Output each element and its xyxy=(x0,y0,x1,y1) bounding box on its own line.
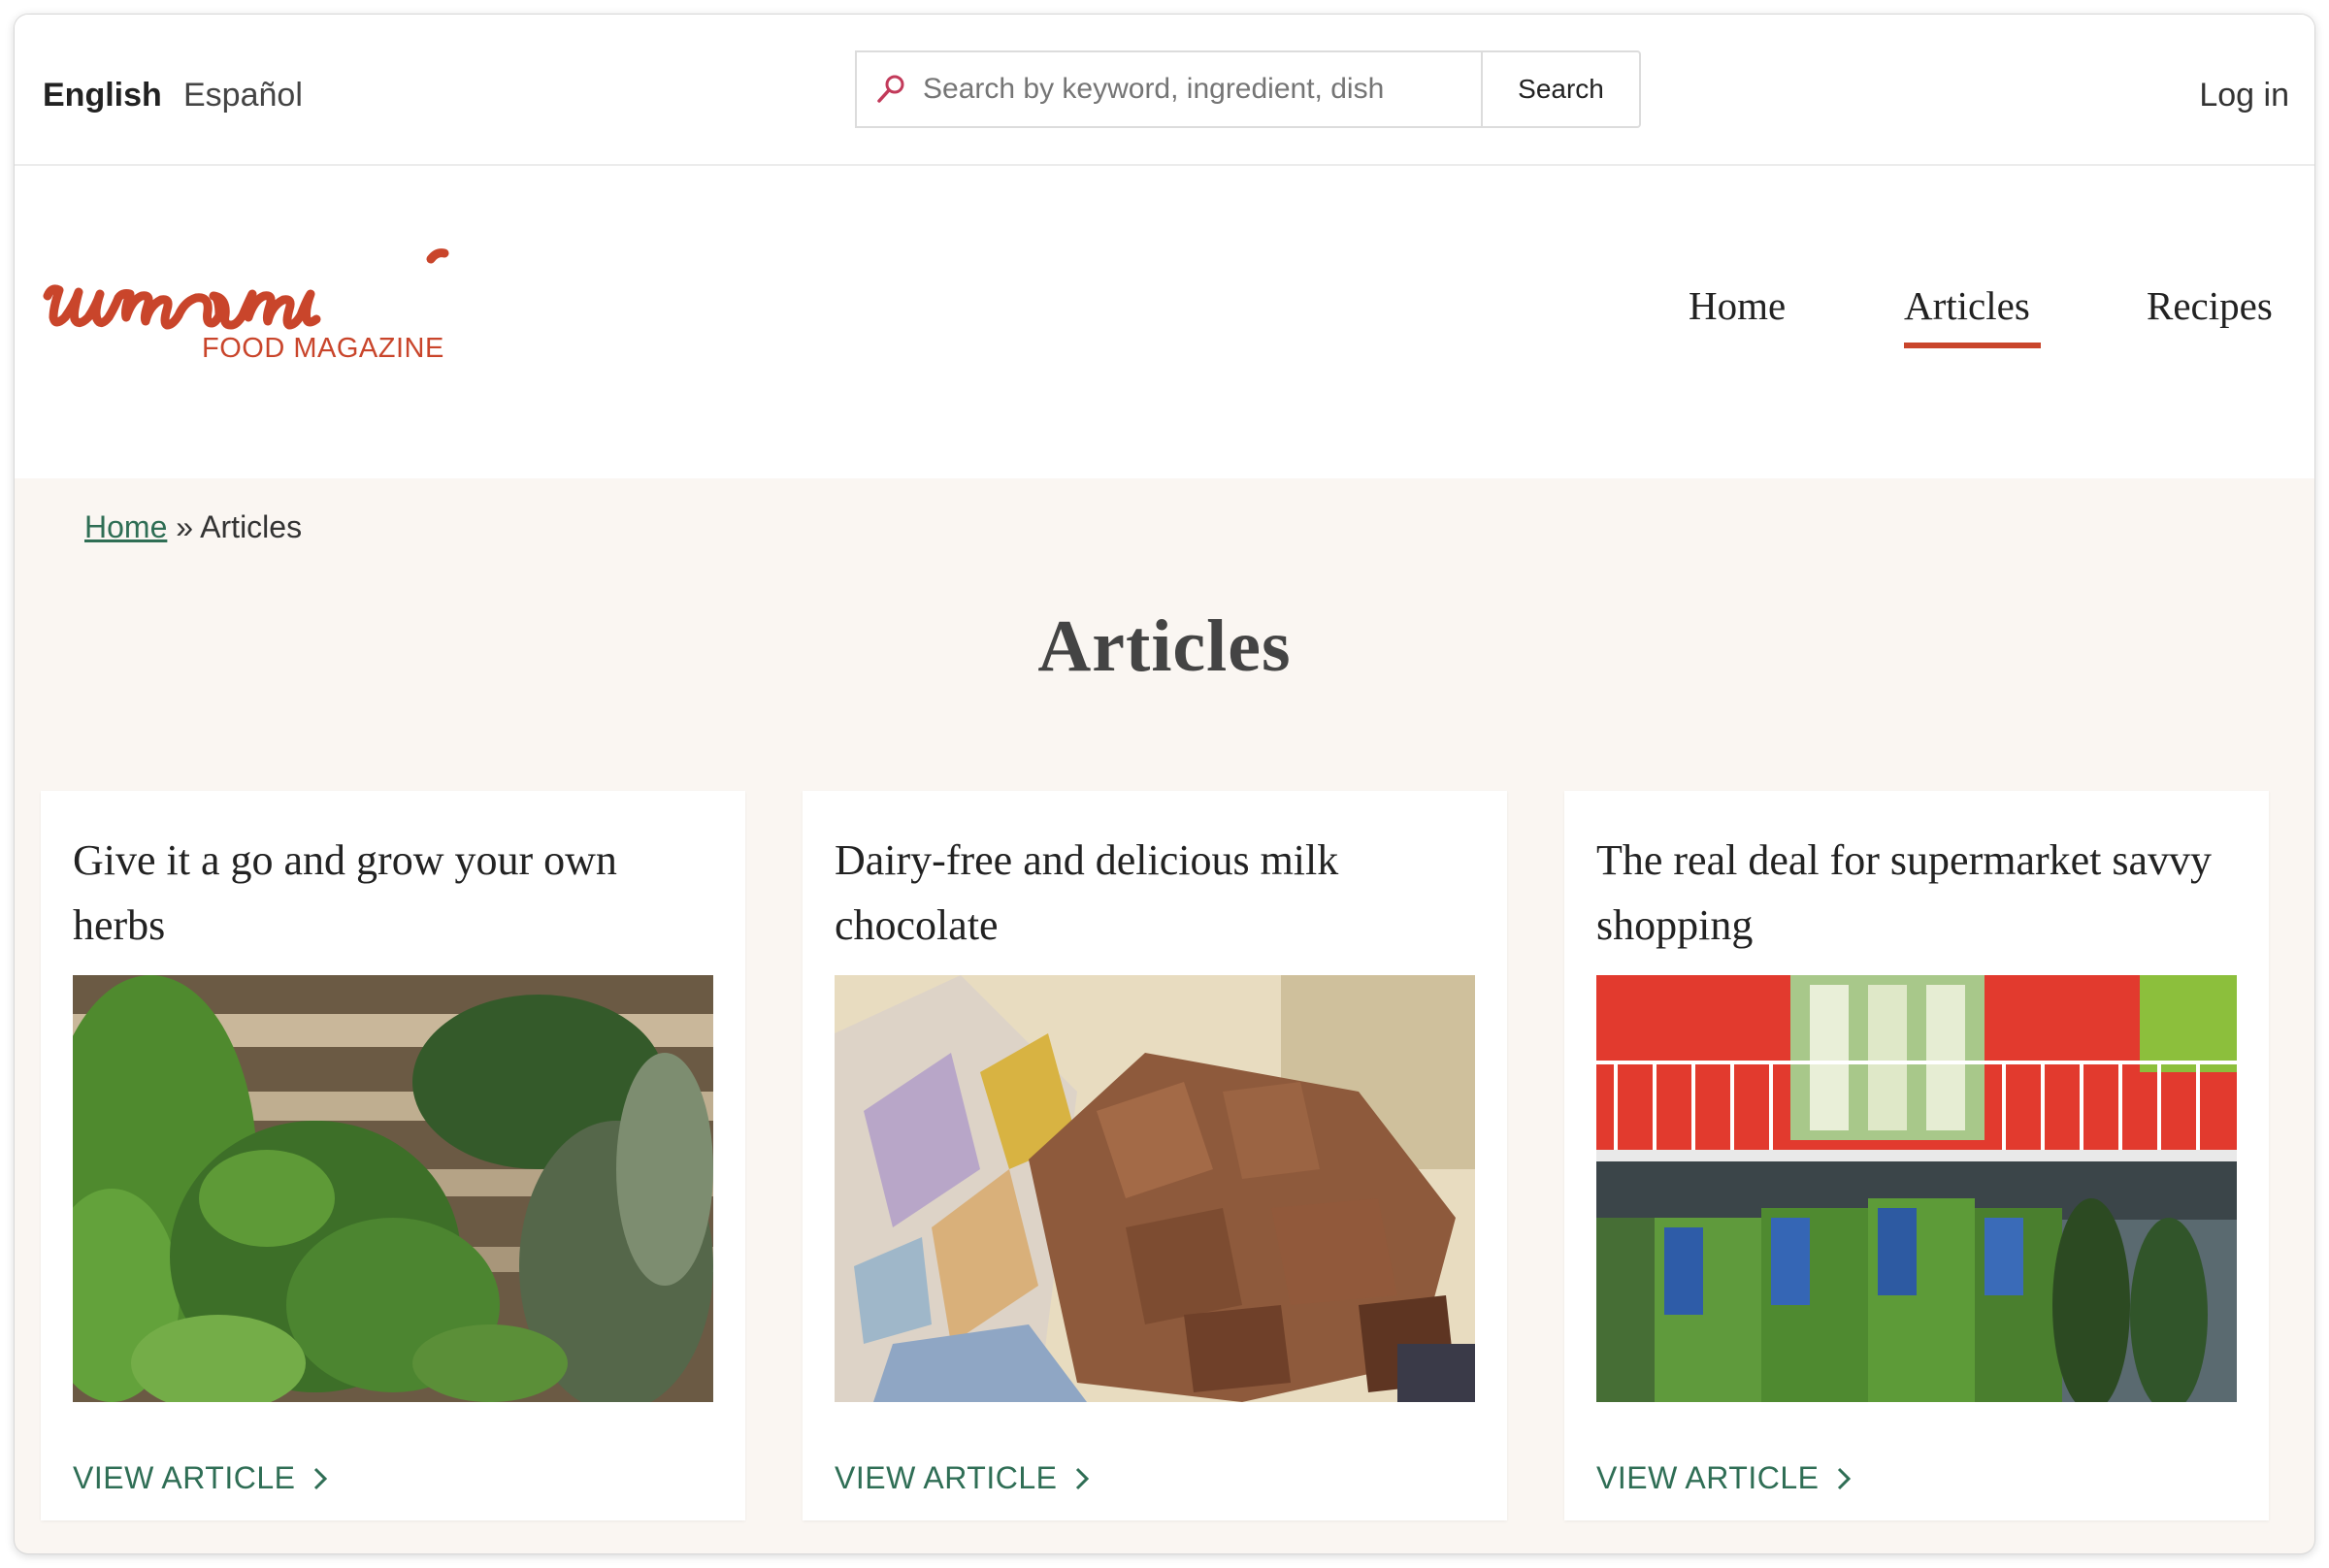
chevron-right-icon xyxy=(314,1467,328,1489)
search-icon xyxy=(877,75,904,103)
site-header: FOOD MAGAZINE Home Articles Recipes xyxy=(15,166,2314,478)
nav-recipes[interactable]: Recipes xyxy=(2147,282,2273,329)
nav-home[interactable]: Home xyxy=(1689,282,1786,329)
chevron-right-icon xyxy=(1838,1467,1852,1489)
view-article-link[interactable]: VIEW ARTICLE xyxy=(1596,1460,1852,1496)
page-title: Articles xyxy=(1037,605,1292,687)
logo-subtitle: FOOD MAGAZINE xyxy=(202,333,444,364)
view-article-link[interactable]: VIEW ARTICLE xyxy=(73,1460,328,1496)
article-title[interactable]: Give it a go and grow your own herbs xyxy=(73,828,713,958)
breadcrumb-current: Articles xyxy=(200,509,303,544)
article-title[interactable]: The real deal for supermarket savvy shop… xyxy=(1596,828,2237,958)
search-button[interactable]: Search xyxy=(1481,50,1641,128)
language-english-link[interactable]: English xyxy=(43,77,162,114)
chocolate-photo[interactable] xyxy=(835,975,1475,1402)
breadcrumb-home-link[interactable]: Home xyxy=(84,509,167,544)
search-form: Search xyxy=(855,50,1641,128)
article-card: Dairy-free and delicious milk chocolate xyxy=(803,791,1507,1520)
view-article-label: VIEW ARTICLE xyxy=(1596,1460,1820,1495)
breadcrumb: Home » Articles xyxy=(84,509,302,545)
login-link[interactable]: Log in xyxy=(2199,77,2289,114)
chevron-right-icon xyxy=(1076,1467,1090,1489)
nav-articles[interactable]: Articles xyxy=(1904,282,2030,329)
top-utility-bar: English Español Search Log in xyxy=(15,15,2314,166)
supermarket-photo[interactable] xyxy=(1596,975,2237,1402)
browser-window: English Español Search Log in FOOD MAGAZ… xyxy=(15,15,2314,1553)
article-title[interactable]: Dairy-free and delicious milk chocolate xyxy=(835,828,1475,958)
language-espanol-link[interactable]: Español xyxy=(183,77,303,114)
herbs-photo[interactable] xyxy=(73,975,713,1402)
view-article-link[interactable]: VIEW ARTICLE xyxy=(835,1460,1090,1496)
search-field-wrapper xyxy=(855,50,1481,128)
search-input[interactable] xyxy=(923,73,1427,106)
breadcrumb-separator: » xyxy=(167,509,201,544)
view-article-label: VIEW ARTICLE xyxy=(73,1460,296,1495)
view-article-label: VIEW ARTICLE xyxy=(835,1460,1058,1495)
nav-active-indicator xyxy=(1904,343,2041,348)
article-card: The real deal for supermarket savvy shop… xyxy=(1564,791,2269,1520)
article-card: Give it a go and grow your own herbs VIE… xyxy=(41,791,745,1520)
